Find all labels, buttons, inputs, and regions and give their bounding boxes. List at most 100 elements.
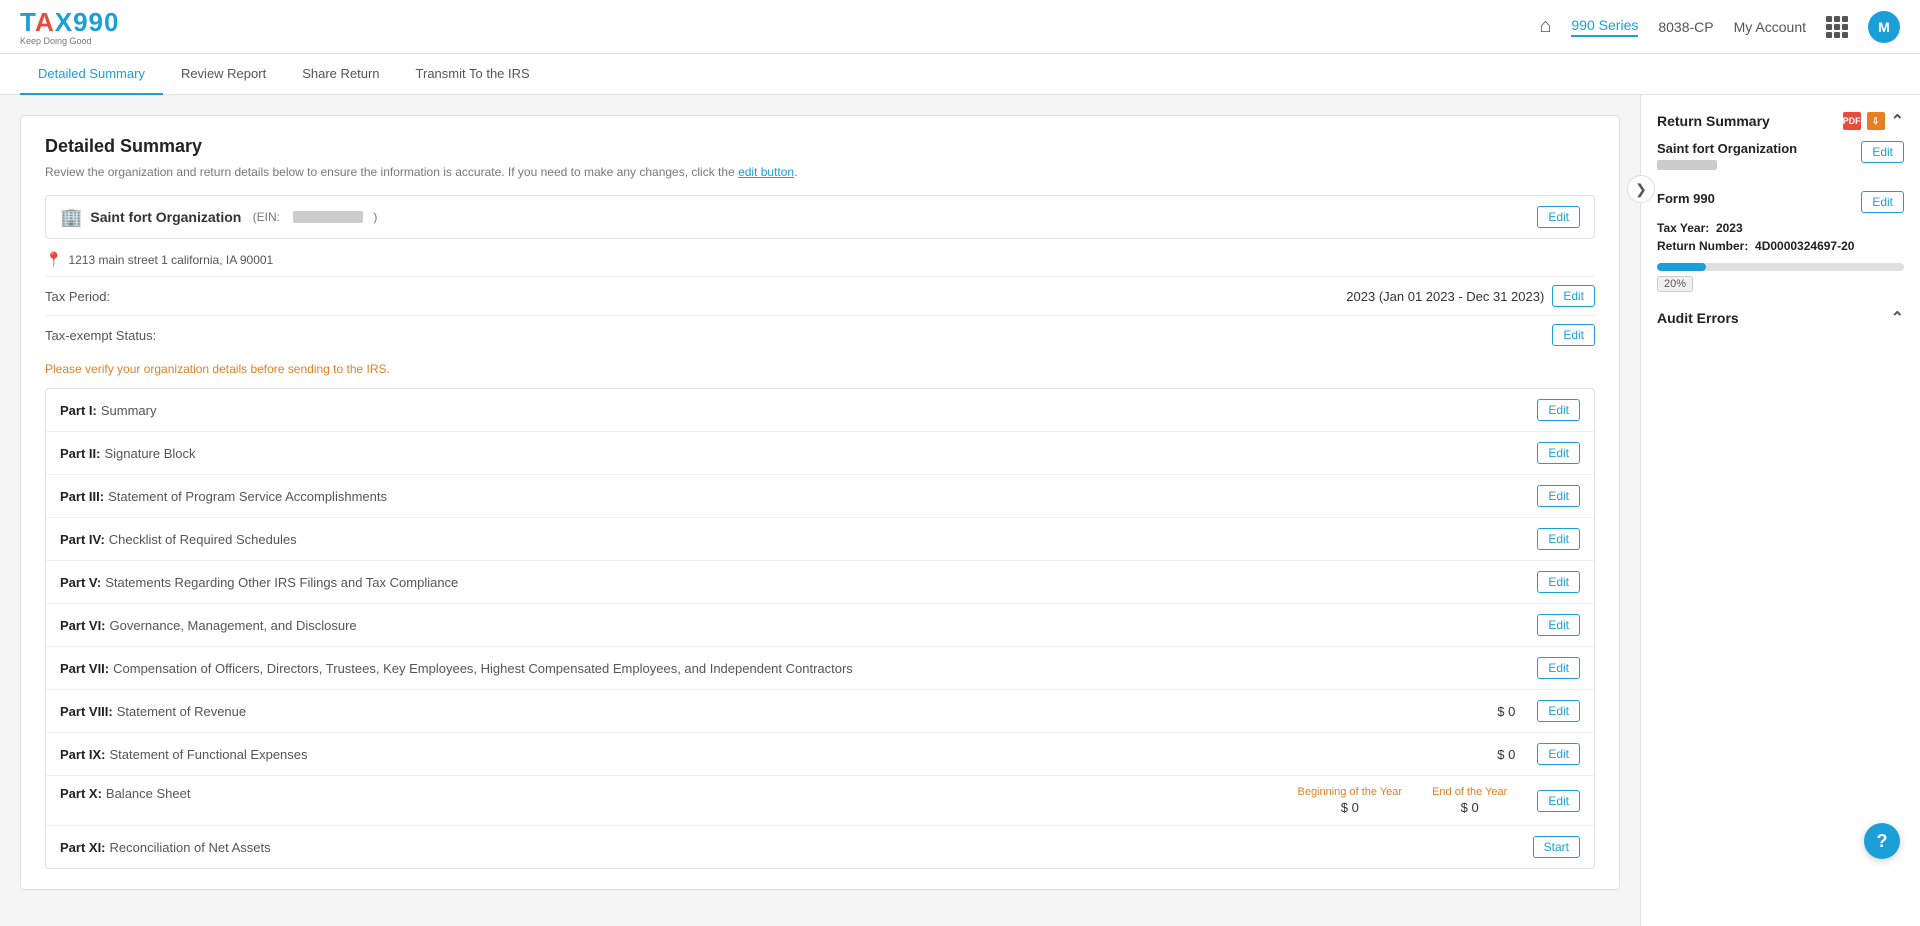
address-row: 📍 1213 main street 1 california, IA 9000… — [45, 247, 1595, 276]
part-name: Part X: — [60, 786, 102, 801]
nav-my-account[interactable]: My Account — [1734, 19, 1806, 35]
part6-edit-button[interactable]: Edit — [1537, 614, 1580, 636]
table-row: Part X: Balance Sheet Beginning of the Y… — [46, 776, 1594, 826]
part-desc: Governance, Management, and Disclosure — [110, 618, 357, 633]
part10-edit-button[interactable]: Edit — [1537, 790, 1580, 812]
home-icon[interactable]: ⌂ — [1539, 15, 1551, 38]
sidebar-return-number: Return Number: 4D0000324697-20 — [1657, 239, 1904, 253]
return-summary-title: Return Summary — [1657, 113, 1770, 129]
org-ein-close: ) — [373, 210, 377, 224]
collapse-icon[interactable]: ⌃ — [1891, 111, 1904, 131]
nav-8038cp[interactable]: 8038-CP — [1658, 19, 1713, 35]
part8-edit-button[interactable]: Edit — [1537, 700, 1580, 722]
tax-period-value: 2023 (Jan 01 2023 - Dec 31 2023) — [1346, 289, 1544, 304]
part7-edit-button[interactable]: Edit — [1537, 657, 1580, 679]
part1-edit-button[interactable]: Edit — [1537, 399, 1580, 421]
sidebar-tax-year: Tax Year: 2023 — [1657, 221, 1904, 235]
part-left: Part VII: Compensation of Officers, Dire… — [60, 661, 1537, 676]
part10-boy-value: $ 0 — [1297, 800, 1402, 815]
part2-edit-button[interactable]: Edit — [1537, 442, 1580, 464]
edit-link[interactable]: edit button — [738, 165, 794, 179]
help-button[interactable]: ? — [1864, 823, 1900, 859]
org-block: 🏢 Saint fort Organization (EIN: ) Edit — [45, 195, 1595, 239]
part-name: Part XI: — [60, 840, 106, 855]
part-name: Part VIII: — [60, 704, 113, 719]
table-row: Part VIII: Statement of Revenue $ 0 Edit — [46, 690, 1594, 733]
part4-edit-button[interactable]: Edit — [1537, 528, 1580, 550]
part9-edit-button[interactable]: Edit — [1537, 743, 1580, 765]
audit-errors-section: Audit Errors ⌃ — [1657, 308, 1904, 328]
audit-collapse-icon[interactable]: ⌃ — [1891, 308, 1904, 328]
sidebar-org-edit-button[interactable]: Edit — [1861, 141, 1904, 163]
part5-edit-button[interactable]: Edit — [1537, 571, 1580, 593]
part10-eoy-label: End of the Year — [1432, 786, 1507, 798]
parts-container: Part I: Summary Edit Part II: Signature … — [45, 388, 1595, 869]
part10-eoy-group: End of the Year $ 0 — [1432, 786, 1507, 815]
part3-edit-button[interactable]: Edit — [1537, 485, 1580, 507]
sidebar-org-info: Saint fort Organization — [1657, 141, 1797, 183]
tax-exempt-edit-button[interactable]: Edit — [1552, 324, 1595, 346]
logo-area: TAX990 Keep Doing Good — [20, 7, 119, 46]
table-row: Part XI: Reconciliation of Net Assets St… — [46, 826, 1594, 868]
tax-period-label: Tax Period: — [45, 289, 110, 304]
part-name: Part III: — [60, 489, 104, 504]
header-right: ⌂ 990 Series 8038-CP My Account M — [1539, 11, 1900, 43]
sidebar-return-number-value: 4D0000324697-20 — [1755, 239, 1854, 253]
nav-990-series[interactable]: 990 Series — [1571, 17, 1638, 37]
part-name: Part II: — [60, 446, 100, 461]
sidebar-org-name: Saint fort Organization — [1657, 141, 1797, 156]
part-desc: Compensation of Officers, Directors, Tru… — [113, 661, 853, 676]
org-name: Saint fort Organization — [90, 209, 241, 225]
sidebar-icons: PDF ⇩ ⌃ — [1843, 111, 1904, 131]
download-icon[interactable]: ⇩ — [1867, 112, 1885, 130]
return-summary-section: Return Summary PDF ⇩ ⌃ — [1657, 111, 1904, 131]
part-name: Part I: — [60, 403, 97, 418]
sidebar-toggle-button[interactable]: ❯ — [1627, 175, 1655, 203]
tab-share-return[interactable]: Share Return — [284, 54, 397, 95]
avatar[interactable]: M — [1868, 11, 1900, 43]
table-row: Part VII: Compensation of Officers, Dire… — [46, 647, 1594, 690]
pdf-icon[interactable]: PDF — [1843, 112, 1861, 130]
part-desc: Checklist of Required Schedules — [109, 532, 297, 547]
part-name: Part IV: — [60, 532, 105, 547]
tax-period-edit-button[interactable]: Edit — [1552, 285, 1595, 307]
part-left: Part IV: Checklist of Required Schedules — [60, 532, 1537, 547]
part-desc: Statement of Revenue — [117, 704, 246, 719]
part-desc: Summary — [101, 403, 157, 418]
tabs-bar: Detailed Summary Review Report Share Ret… — [0, 54, 1920, 95]
part-left: Part XI: Reconciliation of Net Assets — [60, 840, 1533, 855]
tab-detailed-summary[interactable]: Detailed Summary — [20, 54, 163, 95]
grid-icon[interactable] — [1826, 16, 1848, 38]
table-row: Part VI: Governance, Management, and Dis… — [46, 604, 1594, 647]
part11-start-button[interactable]: Start — [1533, 836, 1580, 858]
part9-amount: $ 0 — [1497, 747, 1515, 762]
header: TAX990 Keep Doing Good ⌂ 990 Series 8038… — [0, 0, 1920, 54]
part-name: Part IX: — [60, 747, 106, 762]
part8-amount: $ 0 — [1497, 704, 1515, 719]
sidebar-form-edit-button[interactable]: Edit — [1861, 191, 1904, 213]
part-left: Part V: Statements Regarding Other IRS F… — [60, 575, 1537, 590]
logo-tagline: Keep Doing Good — [20, 36, 119, 46]
sidebar-form-row: Form 990 Edit — [1657, 191, 1904, 213]
logo: TAX990 — [20, 7, 119, 38]
org-ein-value — [293, 211, 363, 223]
part-left: Part X: Balance Sheet — [60, 786, 1297, 801]
sidebar-org-ein — [1657, 160, 1717, 170]
table-row: Part III: Statement of Program Service A… — [46, 475, 1594, 518]
table-row: Part I: Summary Edit — [46, 389, 1594, 432]
part-left: Part I: Summary — [60, 403, 1537, 418]
progress-label-area: 20% — [1657, 275, 1904, 292]
progress-bar-outer — [1657, 263, 1904, 271]
sidebar-return-number-label: Return Number: — [1657, 239, 1748, 253]
building-icon: 🏢 — [60, 207, 82, 228]
part-left: Part VIII: Statement of Revenue — [60, 704, 1497, 719]
sidebar-tax-year-label: Tax Year: — [1657, 221, 1709, 235]
tab-transmit-irs[interactable]: Transmit To the IRS — [398, 54, 548, 95]
tab-review-report[interactable]: Review Report — [163, 54, 284, 95]
main-card: Detailed Summary Review the organization… — [20, 115, 1620, 890]
part-desc: Statement of Functional Expenses — [110, 747, 308, 762]
org-address: 1213 main street 1 california, IA 90001 — [68, 253, 273, 267]
part-left: Part III: Statement of Program Service A… — [60, 489, 1537, 504]
part10-boy-group: Beginning of the Year $ 0 — [1297, 786, 1402, 815]
org-edit-button[interactable]: Edit — [1537, 206, 1580, 228]
